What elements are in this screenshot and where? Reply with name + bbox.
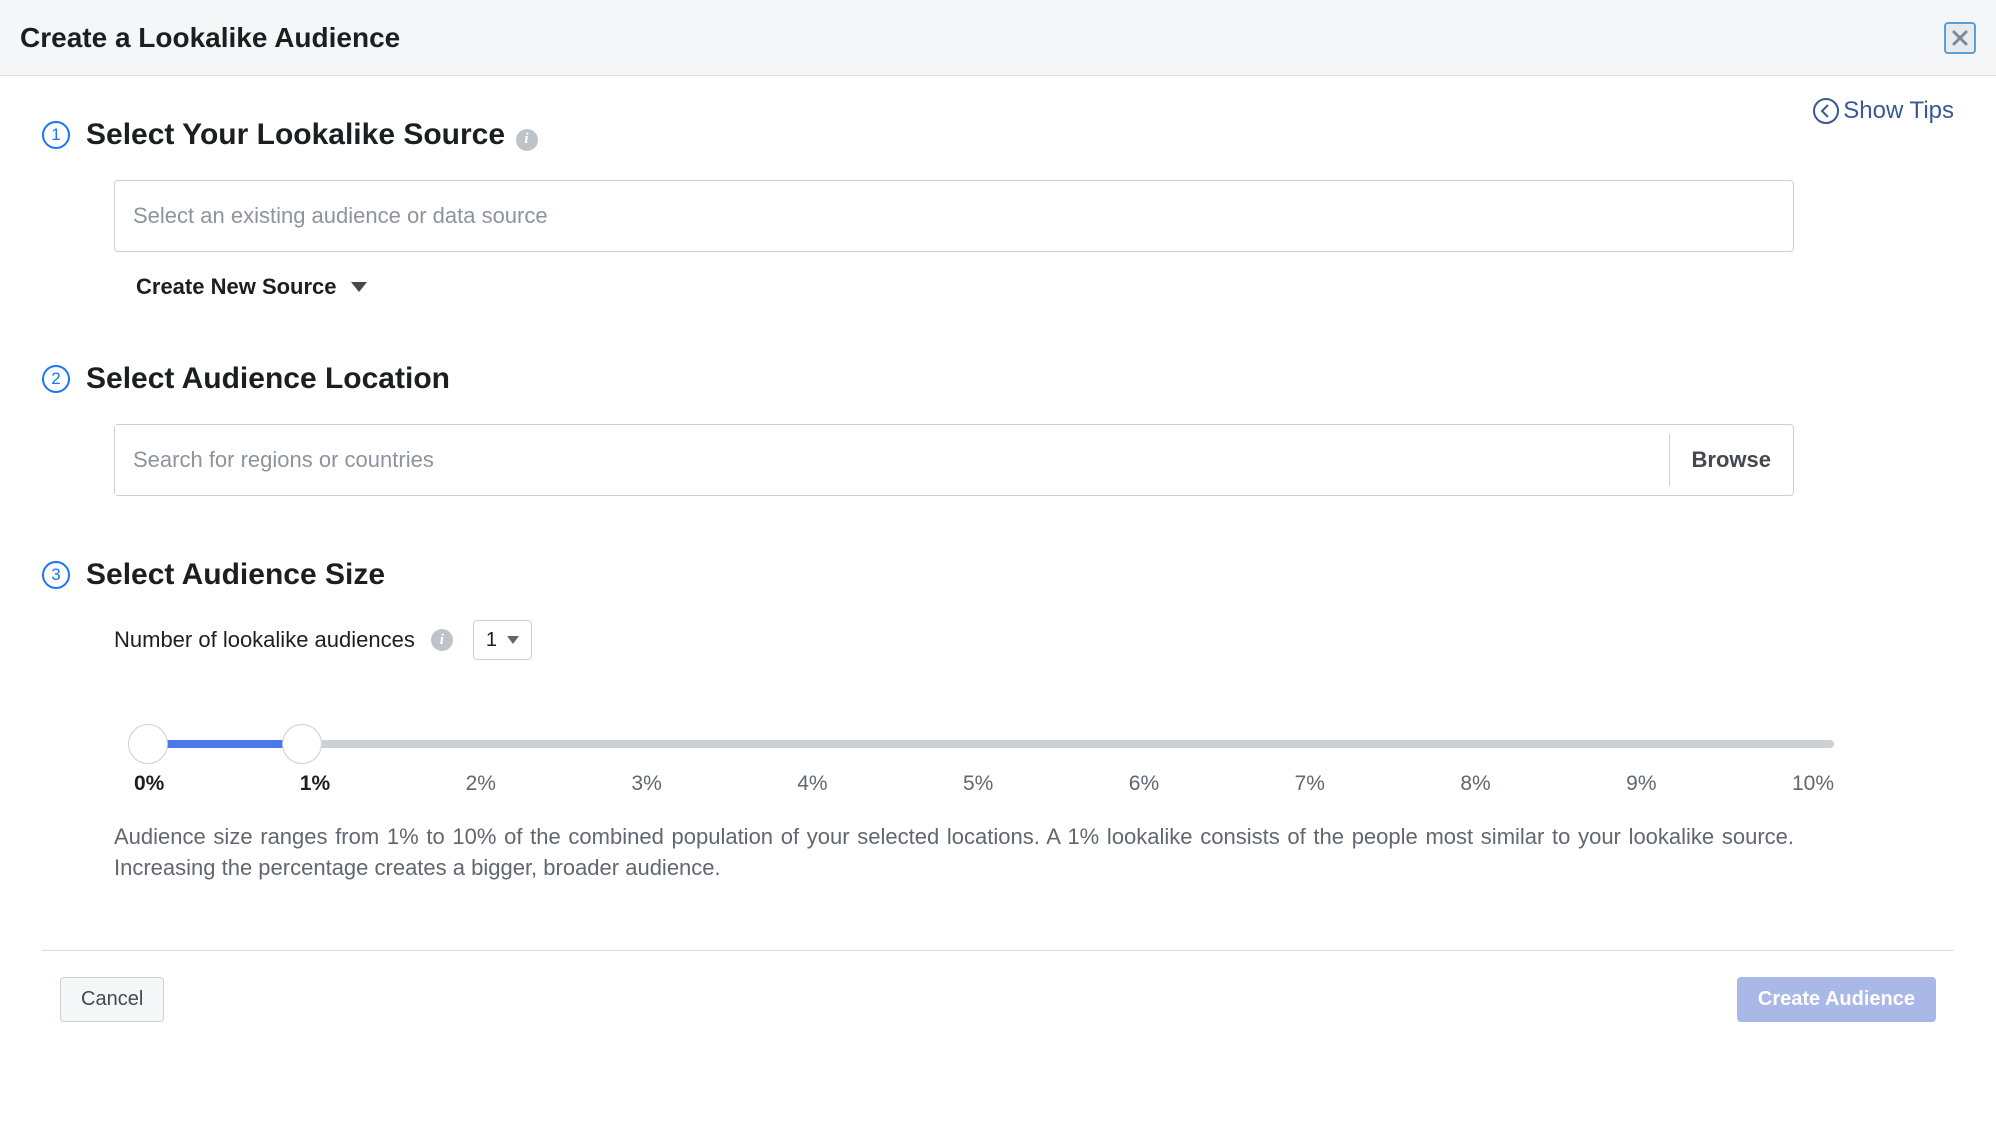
section-source: 1 Select Your Lookalike Source i Create …	[42, 118, 1954, 300]
slider-tick-label: 4%	[797, 772, 827, 796]
slider-tick-label: 0%	[134, 772, 164, 796]
slider-tick-label: 3%	[631, 772, 661, 796]
location-input[interactable]	[115, 425, 1669, 495]
count-label: Number of lookalike audiences	[114, 627, 415, 653]
size-slider[interactable]: 0% 1% 2% 3% 4% 5% 6% 7% 8% 9% 10%	[134, 740, 1834, 796]
close-button[interactable]	[1944, 22, 1976, 54]
info-icon[interactable]: i	[431, 629, 453, 651]
step-number-1: 1	[42, 121, 70, 149]
source-input[interactable]	[114, 180, 1794, 252]
slider-tick-label: 6%	[1129, 772, 1159, 796]
caret-down-icon	[351, 282, 367, 292]
caret-down-icon	[507, 636, 519, 644]
slider-tick-label: 10%	[1792, 772, 1834, 796]
show-tips-button[interactable]: Show Tips	[1811, 96, 1954, 126]
slider-tick-label: 7%	[1295, 772, 1325, 796]
chevron-left-circle-icon	[1811, 96, 1841, 126]
dialog-footer: Cancel Create Audience	[42, 951, 1954, 1048]
step-number-3: 3	[42, 561, 70, 589]
section-title-size: Select Audience Size	[86, 558, 385, 592]
slider-labels: 0% 1% 2% 3% 4% 5% 6% 7% 8% 9% 10%	[134, 772, 1834, 796]
step-number-2: 2	[42, 365, 70, 393]
slider-handle-end[interactable]	[282, 724, 322, 764]
size-help-text: Audience size ranges from 1% to 10% of t…	[114, 822, 1794, 884]
close-icon	[1951, 29, 1969, 47]
info-icon[interactable]: i	[516, 129, 538, 151]
slider-fill	[148, 740, 302, 748]
show-tips-label: Show Tips	[1843, 97, 1954, 125]
slider-handle-start[interactable]	[128, 724, 168, 764]
create-new-source-label: Create New Source	[136, 274, 337, 300]
dialog-title: Create a Lookalike Audience	[20, 22, 400, 54]
slider-track	[134, 740, 1834, 748]
count-select[interactable]: 1	[473, 620, 532, 660]
section-location: 2 Select Audience Location Browse	[42, 362, 1954, 496]
slider-tick-label: 5%	[963, 772, 993, 796]
slider-tick-label: 8%	[1460, 772, 1490, 796]
slider-tick-label: 1%	[300, 772, 330, 796]
create-audience-button[interactable]: Create Audience	[1737, 977, 1936, 1022]
slider-tick-label: 9%	[1626, 772, 1656, 796]
section-size: 3 Select Audience Size Number of lookali…	[42, 558, 1954, 884]
section-title-location: Select Audience Location	[86, 362, 450, 396]
dialog-header: Create a Lookalike Audience	[0, 0, 1996, 76]
count-value: 1	[486, 629, 497, 652]
cancel-button[interactable]: Cancel	[60, 977, 164, 1022]
create-new-source-dropdown[interactable]: Create New Source	[136, 274, 367, 300]
section-title-source: Select Your Lookalike Source	[86, 118, 505, 151]
browse-button[interactable]: Browse	[1669, 434, 1793, 486]
slider-tick-label: 2%	[466, 772, 496, 796]
